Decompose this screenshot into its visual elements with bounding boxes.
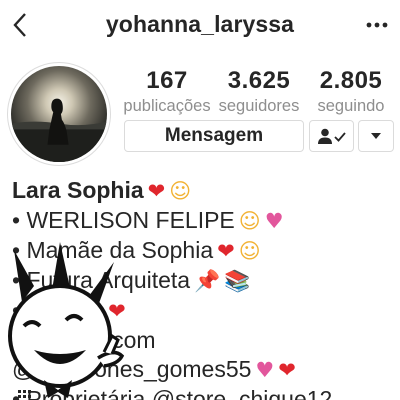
following-count-value: 2.805	[319, 67, 383, 94]
books-emoji: 📚	[224, 269, 251, 293]
followers-count-value: 3.625	[227, 67, 291, 94]
heart-emoji: ❤	[147, 179, 166, 203]
following-count[interactable]: 2.805 seguindo	[305, 67, 397, 116]
profile-header: yohanna_laryssa	[0, 0, 400, 50]
angel-emoji: ☺	[238, 209, 261, 233]
bio-line: • WERLISON FELIPE ☺ ♥	[12, 206, 400, 236]
avatar	[11, 66, 107, 162]
bio-name-text: Lara Sophia	[12, 177, 144, 203]
posts-count-label: publicações	[123, 97, 211, 115]
message-button[interactable]: Mensagem	[124, 120, 304, 152]
following-count-label: seguindo	[317, 97, 385, 115]
baby-emoji: ☺	[238, 239, 261, 263]
sparkling-heart-emoji: ♥	[264, 209, 284, 233]
following-button[interactable]	[309, 120, 354, 152]
suggestions-dropdown-button[interactable]	[358, 120, 394, 152]
chevron-left-icon	[13, 13, 26, 37]
smiling-face-sticker-icon	[8, 242, 125, 398]
back-button[interactable]	[6, 8, 34, 42]
profile-avatar-button[interactable]	[7, 62, 111, 166]
heart-emoji: ❤	[217, 239, 235, 263]
baby-emoji: ☺	[169, 179, 192, 203]
more-horizontal-icon	[366, 22, 388, 28]
followers-count[interactable]: 3.625 seguidores	[211, 67, 307, 116]
grid-dots-icon	[18, 390, 31, 398]
couple-heart-emoji: ♥	[255, 358, 275, 382]
heart-emoji: ❤	[278, 358, 296, 382]
profile-username: yohanna_laryssa	[105, 11, 295, 37]
posts-count-value: 167	[146, 67, 188, 94]
bio-line-text: • WERLISON FELIPE	[12, 207, 235, 233]
person-check-icon	[317, 128, 346, 144]
caret-down-icon	[371, 133, 381, 139]
pushpin-emoji: 📌	[194, 269, 221, 293]
followers-count-label: seguidores	[218, 97, 300, 115]
bio-name: Lara Sophia ❤ ☺	[12, 176, 400, 206]
posts-count: 167 publicações	[121, 67, 213, 116]
more-options-button[interactable]	[362, 10, 392, 40]
